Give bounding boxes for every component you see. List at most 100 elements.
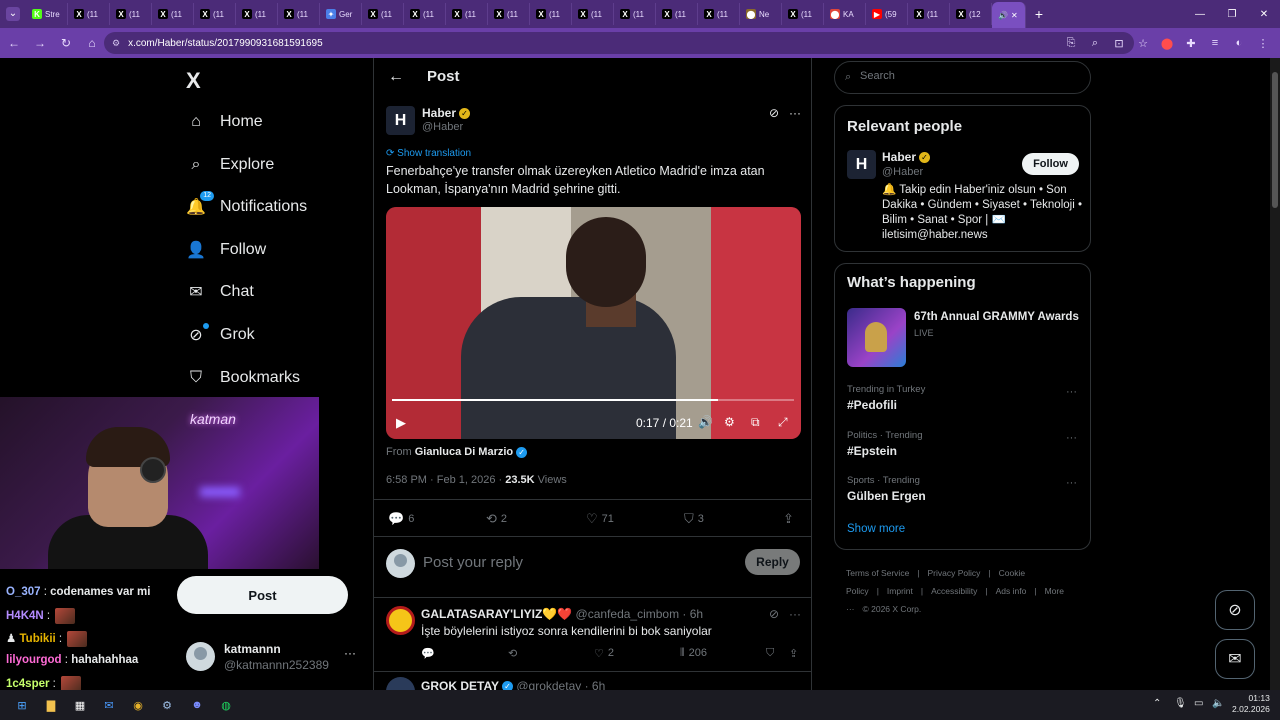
messages-fab-icon[interactable]: ✉: [1215, 639, 1255, 679]
browser-menu-icon[interactable]: ⋮: [1252, 32, 1274, 54]
more-icon[interactable]: ···: [1066, 477, 1077, 489]
footer-link[interactable]: Ads info: [996, 586, 1027, 596]
share-icon[interactable]: ⇪: [789, 647, 798, 660]
show-more-link[interactable]: Show more: [847, 523, 905, 535]
media-icon[interactable]: ≡: [1204, 32, 1226, 54]
browser-tab[interactable]: X (11: [530, 3, 572, 25]
scroll-thumb[interactable]: [1272, 72, 1278, 208]
microphone-icon[interactable]: 🎙: [1174, 698, 1187, 709]
back-arrow-icon[interactable]: ←: [388, 68, 404, 86]
repost-action[interactable]: ⟲ 2: [486, 511, 507, 527]
install-icon[interactable]: ⊡: [1108, 32, 1130, 54]
display-icon[interactable]: ▭: [1194, 698, 1203, 709]
grok-icon[interactable]: ⊘: [769, 607, 779, 621]
file-explorer-icon[interactable]: ▇: [41, 695, 61, 715]
browser-tab[interactable]: X (11: [236, 3, 278, 25]
grok-fab-icon[interactable]: ⊘: [1215, 590, 1255, 630]
browser-tab[interactable]: X (11: [278, 3, 320, 25]
reply-button[interactable]: Reply: [745, 549, 800, 575]
nav-chat[interactable]: ✉ Chat: [186, 274, 254, 310]
reply-author[interactable]: GROK DETAY ✓ @grokdetay · 6h: [421, 679, 605, 690]
trend-name[interactable]: #Epstein: [847, 444, 897, 458]
close-tab-icon[interactable]: ✕: [1011, 11, 1018, 20]
minimize-button[interactable]: —: [1184, 0, 1216, 28]
more-icon[interactable]: ···: [789, 106, 801, 120]
share-action[interactable]: ⇪: [783, 511, 794, 527]
volume-icon[interactable]: 🔊: [698, 415, 713, 429]
nav-notifications[interactable]: 🔔 12 Notifications: [186, 189, 307, 225]
tray-expand-icon[interactable]: ⌃: [1153, 698, 1161, 709]
more-icon[interactable]: ···: [1066, 386, 1077, 398]
tab-search-button[interactable]: ⌄: [0, 0, 26, 28]
browser-tab[interactable]: K Stre: [26, 3, 68, 25]
steam-icon[interactable]: ⚙: [157, 695, 177, 715]
follow-button[interactable]: Follow: [1022, 153, 1079, 175]
person-name[interactable]: Haber ✓: [882, 150, 931, 164]
reply-input[interactable]: Post your reply: [423, 554, 523, 571]
browser-tab[interactable]: X (11: [614, 3, 656, 25]
search-box[interactable]: ⌕: [834, 61, 1091, 94]
browser-tab[interactable]: ▶ (59: [866, 3, 908, 25]
extension-red-icon[interactable]: ⬤: [1156, 32, 1178, 54]
new-tab-button[interactable]: +: [1026, 6, 1052, 22]
more-icon[interactable]: ···: [344, 646, 356, 660]
profile-avatar-icon[interactable]: ◐: [1228, 32, 1250, 54]
repost-icon[interactable]: ⟲: [508, 647, 517, 660]
footer-link[interactable]: Terms of Service: [846, 568, 909, 578]
browser-tab[interactable]: X (11: [488, 3, 530, 25]
back-button[interactable]: ←: [2, 31, 26, 55]
browser-tab[interactable]: X (11: [68, 3, 110, 25]
settings-icon[interactable]: ⚙: [724, 415, 735, 429]
views-action[interactable]: ⫴ 206: [680, 647, 707, 660]
bookmark-star-icon[interactable]: ☆: [1132, 32, 1154, 54]
account-switcher[interactable]: katmannn @katmannn252389 ···: [186, 640, 366, 674]
windows-start-icon[interactable]: ⊞: [12, 695, 32, 715]
nav-home[interactable]: ⌂ Home: [186, 104, 263, 140]
browser-tab[interactable]: X (11: [656, 3, 698, 25]
nav-follow[interactable]: 👤 Follow: [186, 232, 266, 268]
reply-tweet[interactable]: GROK DETAY ✓ @grokdetay · 6h: [374, 673, 811, 690]
browser-tab[interactable]: X (11: [362, 3, 404, 25]
reply-action[interactable]: 💬 6: [388, 511, 414, 527]
nav-explore[interactable]: ⌕ Explore: [186, 147, 275, 183]
browser-tab[interactable]: X (11: [572, 3, 614, 25]
outlook-icon[interactable]: ✉: [99, 695, 119, 715]
browser-tab[interactable]: X (11: [446, 3, 488, 25]
grammy-thumbnail[interactable]: [847, 308, 906, 367]
browser-tab[interactable]: ⬤ Ne: [740, 3, 782, 25]
chrome-icon[interactable]: ◉: [128, 695, 148, 715]
footer-link[interactable]: Imprint: [887, 586, 913, 596]
browser-tab[interactable]: X (11: [908, 3, 950, 25]
post-button[interactable]: Post: [177, 576, 348, 614]
reload-button[interactable]: ↻: [54, 31, 78, 55]
restore-button[interactable]: ❐: [1216, 0, 1248, 28]
scrollbar[interactable]: [1270, 58, 1280, 690]
footer-link[interactable]: © 2026 X Corp.: [863, 604, 922, 614]
discord-icon[interactable]: ☻: [187, 695, 207, 715]
footer-link[interactable]: Privacy Policy: [928, 568, 981, 578]
browser-tab[interactable]: X (11: [152, 3, 194, 25]
close-window-button[interactable]: ✕: [1248, 0, 1280, 28]
post-avatar[interactable]: H: [386, 106, 415, 135]
browser-tab[interactable]: X (11: [698, 3, 740, 25]
like-action[interactable]: ♡ 2: [594, 647, 614, 660]
forward-button[interactable]: →: [28, 31, 52, 55]
browser-tab[interactable]: ⬤ KA: [824, 3, 866, 25]
home-button[interactable]: ⌂: [80, 31, 104, 55]
nav-bookmarks[interactable]: ⛉ Bookmarks: [186, 360, 300, 396]
trend-name[interactable]: Gülben Ergen: [847, 489, 926, 503]
avatar[interactable]: [386, 677, 415, 690]
source-name[interactable]: Gianluca Di Marzio: [415, 446, 513, 458]
reply-tweet[interactable]: GALATASARAY'LIYIZ💛❤️ @canfeda_cimbom · 6…: [374, 597, 811, 672]
extensions-icon[interactable]: ✚: [1180, 32, 1202, 54]
search-input[interactable]: [860, 70, 1080, 82]
grok-icon[interactable]: ⊘: [769, 106, 779, 120]
more-icon[interactable]: ···: [789, 607, 801, 621]
url-field[interactable]: ⚙ x.com/Haber/status/2017990931681591695: [104, 32, 1134, 54]
site-info-icon[interactable]: ⚙: [112, 38, 120, 49]
translate-icon[interactable]: ⎘: [1060, 32, 1082, 54]
more-icon[interactable]: ···: [1066, 432, 1077, 444]
reply-author[interactable]: GALATASARAY'LIYIZ💛❤️ @canfeda_cimbom · 6…: [421, 607, 703, 621]
play-icon[interactable]: ▶: [396, 415, 406, 431]
browser-tab[interactable]: X (11: [110, 3, 152, 25]
